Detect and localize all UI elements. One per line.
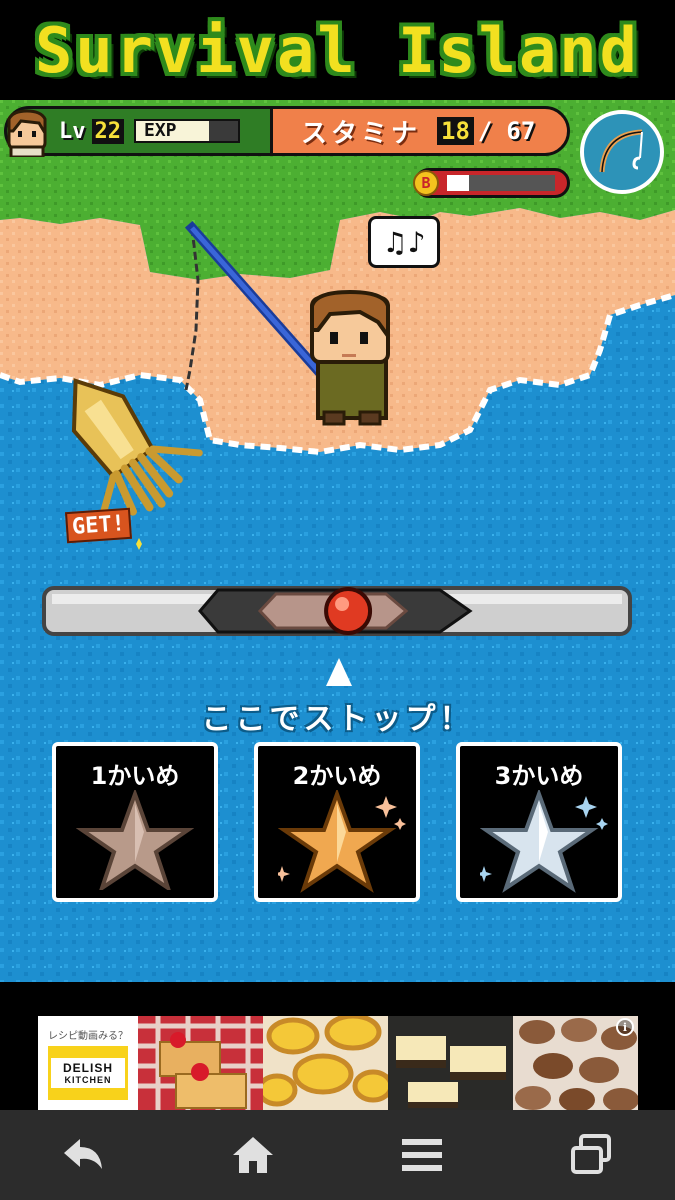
stamina-label: スタミナ (301, 118, 422, 149)
stamina-current: 18 (437, 117, 474, 145)
ad-photo-strawberry-pie (138, 1016, 263, 1110)
ad-logo-line1: DELISH (62, 1060, 113, 1075)
attempt-card-3: 3かいめ (456, 742, 622, 902)
bait-fill (447, 175, 469, 191)
back-button[interactable] (44, 1115, 124, 1195)
home-icon (233, 1137, 274, 1173)
timing-marker-highlight (335, 597, 350, 611)
stamina-max: 67 (506, 117, 536, 145)
home-button[interactable] (213, 1115, 293, 1195)
stamina-panel: スタミナ 18 / 67 (270, 106, 570, 156)
recent-apps-icon (570, 1134, 611, 1174)
attempt-card-1: 1かいめ (52, 742, 218, 902)
timing-marker[interactable] (324, 587, 373, 635)
bronze-star-icon (76, 790, 194, 890)
game-title: Survival Island (35, 14, 640, 87)
level-label: Lv (59, 118, 86, 144)
title-word-survival: Survival Island (35, 13, 640, 87)
bait-gauge: B (413, 168, 570, 198)
ad-prompt: レシピ動画みる？ (48, 1030, 128, 1042)
stop-instruction: ここでストップ！ (201, 702, 474, 737)
sparkle-icon (375, 796, 397, 818)
ad-logo-line2: KITCHEN (64, 1074, 112, 1085)
recent-apps-button[interactable] (551, 1115, 631, 1195)
exp-label: EXP (144, 120, 177, 141)
ad-logo-panel: レシピ動画みる？ DELISH KITCHEN (38, 1016, 138, 1110)
exp-bar: EXP (134, 119, 240, 143)
game-area[interactable]: Lv 22 EXP スタミナ 18 / 67 B ♫♪ GET! ここでストップ… (0, 100, 675, 982)
timing-meter[interactable] (40, 584, 634, 644)
attempt-label-3: 3かいめ (494, 762, 584, 790)
ad-area: レシピ動画みる？ DELISH KITCHEN i (0, 982, 675, 1110)
ad-photo-cheesecake (388, 1016, 513, 1110)
stamina-separator: / (477, 117, 493, 145)
back-arrow-icon (64, 1139, 103, 1169)
silver-star-icon (480, 790, 608, 893)
player-character (310, 289, 390, 426)
attempt-label-1: 1かいめ (90, 762, 180, 790)
stop-arrow-icon (326, 658, 352, 686)
bait-coin-icon: B (413, 170, 439, 196)
attempt-label-2: 2かいめ (292, 762, 382, 790)
menu-icon (401, 1139, 442, 1171)
ad-photo-egg-tarts (263, 1016, 388, 1110)
gold-star-icon (278, 790, 406, 893)
get-badge: GET! (64, 507, 132, 544)
sparkle-icon (575, 796, 597, 818)
music-note-bubble: ♫♪ (368, 216, 440, 268)
ad-info-icon[interactable]: i (616, 1018, 634, 1036)
bait-track (447, 175, 555, 191)
tackle-button[interactable] (580, 110, 664, 194)
navigation-bar (0, 1110, 675, 1200)
player-avatar (1, 105, 53, 159)
attempt-card-2: 2かいめ (254, 742, 420, 902)
ad-banner[interactable]: レシピ動画みる？ DELISH KITCHEN i (38, 1016, 638, 1110)
level-value: 22 (91, 118, 124, 144)
fishing-rod-icon (599, 129, 643, 173)
title-bar: Survival Island (0, 0, 675, 100)
delish-kitchen-logo: DELISH KITCHEN (48, 1045, 128, 1100)
music-notes: ♫♪ (382, 225, 426, 259)
menu-button[interactable] (382, 1115, 462, 1195)
level-panel: Lv 22 EXP (1, 105, 280, 159)
